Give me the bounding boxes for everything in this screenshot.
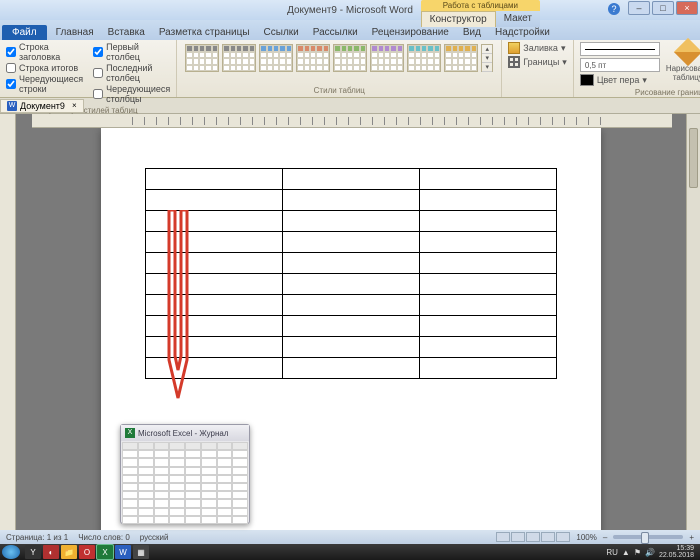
group-table-styles: ▴▾▾ Стили таблиц [177,40,502,97]
tab-references[interactable]: Ссылки [257,25,306,40]
pen-color-swatch [580,74,594,86]
document-tab-label: Документ9 [20,101,65,111]
check-total-row[interactable]: Строка итогов [6,63,83,73]
group-table-style-options: Строка заголовка Строка итогов Чередующи… [0,40,177,97]
check-last-col[interactable]: Последний столбец [93,63,170,83]
zoom-in[interactable]: + [689,533,694,542]
check-header-row[interactable]: Строка заголовка [6,42,83,62]
status-lang[interactable]: русский [140,533,169,542]
vertical-ruler [0,114,16,530]
system-tray[interactable]: RU ▲ ⚑ 🔊 15:3922.05.2018 [606,545,698,559]
window-title: Документ9 - Microsoft Word [287,5,413,16]
title-bar: Документ9 - Microsoft Word ? – □ × [0,0,700,20]
shading-button[interactable]: Заливка▾ [508,42,567,54]
taskbar-yandex[interactable]: Y [25,545,41,559]
tab-home[interactable]: Главная [49,25,101,40]
table-style-thumb[interactable] [333,44,367,72]
pen-color-button[interactable]: Цвет пера▾ [580,74,660,86]
taskbar-excel[interactable]: X [97,545,113,559]
zoom-level[interactable]: 100% [576,533,596,542]
check-banded-cols[interactable]: Чередующиеся столбцы [93,84,170,104]
close-button[interactable]: × [676,1,698,15]
tab-review[interactable]: Рецензирование [365,25,456,40]
tray-clock[interactable]: 15:3922.05.2018 [659,545,694,559]
taskbar-word[interactable]: W [115,545,131,559]
status-bar: Страница: 1 из 1 Число слов: 0 русский 1… [0,530,700,544]
line-weight-select[interactable]: 0,5 пт [580,58,660,72]
document-tab-close[interactable]: × [72,101,77,110]
start-button[interactable] [2,545,20,559]
pencil-icon [674,38,700,66]
ribbon-tab-row: Файл Главная Вставка Разметка страницы С… [0,20,700,40]
gallery-scroll[interactable]: ▴▾▾ [481,44,493,72]
window-controls: – □ × [628,1,698,15]
table-style-thumb[interactable] [259,44,293,72]
taskbar-app[interactable]: ◐ [43,545,59,559]
taskbar-app2[interactable]: ▦ [133,545,149,559]
table-style-thumb[interactable] [296,44,330,72]
zoom-slider[interactable] [613,535,683,539]
taskbar-opera[interactable]: O [79,545,95,559]
status-page[interactable]: Страница: 1 из 1 [6,533,68,542]
check-banded-rows[interactable]: Чередующиеся строки [6,74,83,94]
workspace [0,114,700,530]
zoom-out[interactable]: – [603,533,607,542]
group-draw-borders: 0,5 пт Цвет пера▾ Нарисовать таблицу Лас… [574,40,700,97]
tab-design[interactable]: Конструктор [421,11,496,27]
taskbar: Y ◐ 📁 O X W ▦ RU ▲ ⚑ 🔊 15:3922.05.2018 [0,544,700,560]
maximize-button[interactable]: □ [652,1,674,15]
tray-flag-icon: ▲ [622,548,630,557]
line-style-select[interactable] [580,42,660,56]
thumbnail-header: XMicrosoft Excel - Журнал [121,425,249,441]
view-buttons[interactable] [496,532,570,542]
excel-icon: X [125,428,135,438]
tray-network-icon: ⚑ [634,548,641,557]
group-label-styles: Стили таблиц [183,86,495,95]
tab-layout[interactable]: Разметка страницы [152,25,257,40]
context-tab-header: Работа с таблицами [421,0,540,11]
table-style-thumb[interactable] [444,44,478,72]
table-style-thumb[interactable] [185,44,219,72]
status-words[interactable]: Число слов: 0 [78,533,130,542]
table-style-thumb[interactable] [407,44,441,72]
document-tab[interactable]: W Документ9 × [0,99,84,113]
group-label-draw: Рисование границ [580,88,700,97]
help-icon[interactable]: ? [608,3,620,15]
check-first-col[interactable]: Первый столбец [93,42,170,62]
horizontal-ruler [32,114,672,128]
tab-insert[interactable]: Вставка [101,25,152,40]
table-style-gallery[interactable]: ▴▾▾ [183,42,495,74]
group-shading-borders: Заливка▾ Границы▾ [502,40,574,97]
word-icon: W [7,101,17,111]
bucket-icon [508,42,520,54]
page-area [16,114,686,530]
table-style-thumb[interactable] [222,44,256,72]
tab-addins[interactable]: Надстройки [488,25,557,40]
scrollbar-thumb[interactable] [689,128,698,188]
tab-mailings[interactable]: Рассылки [306,25,365,40]
borders-icon [508,56,520,68]
thumbnail-body [122,442,248,524]
vertical-scrollbar[interactable] [686,114,700,530]
borders-button[interactable]: Границы▾ [508,56,567,68]
draw-table-button[interactable]: Нарисовать таблицу [666,42,700,82]
file-tab[interactable]: Файл [2,25,47,40]
tray-lang[interactable]: RU [606,548,618,557]
taskbar-thumbnail-preview[interactable]: XMicrosoft Excel - Журнал [120,424,250,524]
minimize-button[interactable]: – [628,1,650,15]
contextual-tabs: Работа с таблицами Конструктор Макет [421,0,540,27]
tab-table-layout[interactable]: Макет [496,11,540,27]
document-table[interactable] [145,168,557,379]
taskbar-folder[interactable]: 📁 [61,545,77,559]
tab-view[interactable]: Вид [456,25,488,40]
tray-sound-icon: 🔊 [645,548,655,557]
table-style-thumb[interactable] [370,44,404,72]
ribbon: Строка заголовка Строка итогов Чередующи… [0,40,700,98]
